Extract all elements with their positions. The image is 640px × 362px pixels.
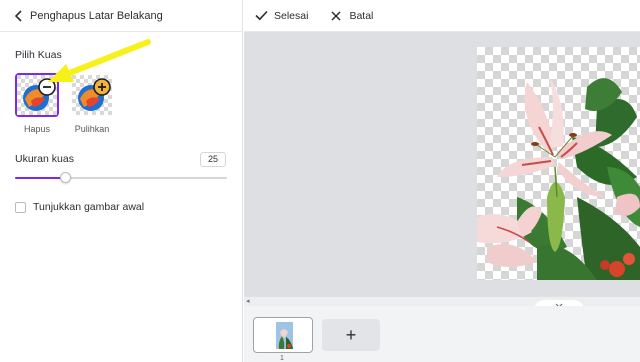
brush-size-slider[interactable] bbox=[15, 172, 227, 184]
editor-toolbar: Selesai Batal bbox=[244, 0, 640, 32]
erase-brush-label: Hapus bbox=[23, 124, 50, 134]
page-thumbnail[interactable] bbox=[253, 317, 313, 353]
panel-title[interactable]: Penghapus Latar Belakang bbox=[30, 10, 163, 22]
restore-brush-button[interactable] bbox=[70, 73, 114, 117]
cancel-button[interactable]: Batal bbox=[329, 9, 373, 23]
panel-header: Penghapus Latar Belakang bbox=[0, 0, 243, 32]
app-root: Penghapus Latar Belakang Pilih Kuas Hapu… bbox=[0, 0, 640, 362]
slider-fill bbox=[15, 177, 66, 179]
brush-size-input[interactable]: 25 bbox=[200, 152, 226, 167]
back-chevron-icon[interactable] bbox=[12, 9, 26, 23]
done-button[interactable]: Selesai bbox=[254, 9, 308, 23]
show-original-toggle[interactable]: Tunjukkan gambar awal bbox=[15, 201, 144, 213]
page-filmstrip: 1 + bbox=[244, 306, 640, 362]
lily-image bbox=[477, 77, 640, 280]
brush-section-label: Pilih Kuas bbox=[15, 49, 62, 61]
slider-thumb[interactable] bbox=[60, 172, 71, 183]
erase-brush-button[interactable] bbox=[15, 73, 59, 117]
lily-photo[interactable] bbox=[477, 47, 640, 280]
done-label: Selesai bbox=[274, 9, 309, 22]
erase-brush-icon bbox=[17, 75, 57, 115]
checkmark-icon bbox=[254, 9, 268, 23]
editor-canvas[interactable] bbox=[244, 32, 640, 296]
scroll-left-arrow-icon[interactable]: ◂ bbox=[246, 297, 250, 305]
restore-brush-icon bbox=[72, 75, 112, 115]
show-original-label: Tunjukkan gambar awal bbox=[33, 201, 145, 213]
background-remover-panel: Penghapus Latar Belakang Pilih Kuas Hapu… bbox=[0, 0, 243, 362]
page-number: 1 bbox=[280, 355, 284, 362]
cancel-label: Batal bbox=[349, 9, 374, 22]
restore-brush-label: Pulihkan bbox=[74, 124, 110, 134]
show-original-checkbox[interactable] bbox=[15, 201, 26, 213]
add-page-button[interactable]: + bbox=[322, 319, 380, 351]
close-icon bbox=[329, 9, 343, 23]
brush-size-label: Ukuran kuas bbox=[15, 153, 74, 165]
page-thumbnail-image bbox=[276, 322, 293, 349]
